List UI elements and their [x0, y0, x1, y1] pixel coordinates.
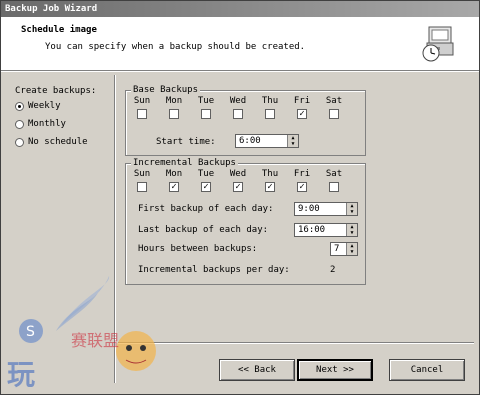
page-title: Schedule image — [21, 25, 97, 35]
base-checkbox-thu[interactable] — [265, 109, 275, 119]
svg-text:玩: 玩 — [7, 358, 35, 391]
radio-monthly[interactable]: Monthly — [15, 119, 66, 129]
incremental-checkbox-thu[interactable]: ✓ — [265, 182, 275, 192]
spin-down-icon[interactable]: ▼ — [288, 141, 298, 147]
base-day-label: Tue — [197, 96, 215, 106]
incremental-checkbox-wed[interactable]: ✓ — [233, 182, 243, 192]
per-day-label: Incremental backups per day: — [138, 265, 290, 275]
radio-label: Weekly — [28, 101, 61, 111]
incremental-day-label: Thu — [261, 169, 279, 179]
first-backup-value: 9:00 — [298, 204, 320, 214]
watermark-text: 赛联盟 — [71, 331, 119, 350]
base-checkbox-tue[interactable] — [201, 109, 211, 119]
incremental-checkbox-sat[interactable] — [329, 182, 339, 192]
base-day-label: Fri — [293, 96, 311, 106]
header-divider — [1, 71, 479, 72]
radio-button[interactable] — [15, 119, 24, 129]
watermark-logo: S 玩 赛联盟 — [7, 276, 156, 391]
radio-no-schedule[interactable]: No schedule — [15, 137, 88, 147]
base-checkbox-wed[interactable] — [233, 109, 243, 119]
radio-weekly[interactable]: Weekly — [15, 101, 61, 111]
incremental-backups-group: Incremental Backups Sun Mon ✓ Tue ✓ Wed ✓ Thu ✓ F… — [125, 158, 366, 285]
title-bar: Backup Job Wizard — [1, 1, 479, 17]
button-separator — [118, 342, 474, 343]
spinner-arrows[interactable]: ▲ ▼ — [346, 224, 357, 236]
spinner-arrows[interactable]: ▲ ▼ — [346, 243, 357, 255]
base-day-label: Wed — [229, 96, 247, 106]
radio-label: Monthly — [28, 119, 66, 129]
hours-between-value: 7 — [334, 244, 340, 254]
incremental-checkbox-tue[interactable]: ✓ — [201, 182, 211, 192]
back-button[interactable]: << Back — [219, 359, 295, 381]
last-backup-spinner[interactable]: 16:00 ▲ ▼ — [294, 223, 358, 237]
first-backup-label: First backup of each day: — [138, 204, 274, 214]
next-button[interactable]: Next >> — [297, 359, 373, 381]
svg-text:S: S — [26, 324, 35, 340]
base-checkbox-mon[interactable] — [169, 109, 179, 119]
last-backup-value: 16:00 — [298, 225, 326, 235]
incremental-day-label: Sun — [133, 169, 151, 179]
start-time-value: 6:00 — [239, 136, 261, 146]
wizard-window: Backup Job Wizard Schedule image You can… — [0, 0, 480, 395]
start-time-spinner[interactable]: 6:00 ▲ ▼ — [235, 134, 299, 148]
incremental-backups-title: Incremental Backups — [131, 158, 238, 168]
incremental-checkbox-fri[interactable]: ✓ — [297, 182, 307, 192]
incremental-day-label: Wed — [229, 169, 247, 179]
spinner-arrows[interactable]: ▲ ▼ — [346, 203, 357, 215]
base-day-label: Sat — [325, 96, 343, 106]
incremental-day-label: Sat — [325, 169, 343, 179]
base-day-label: Mon — [165, 96, 183, 106]
hours-between-label: Hours between backups: — [138, 244, 258, 254]
spinner-arrows[interactable]: ▲ ▼ — [287, 135, 298, 147]
base-checkbox-sun[interactable] — [137, 109, 147, 119]
spin-down-icon[interactable]: ▼ — [347, 249, 357, 255]
cancel-button[interactable]: Cancel — [389, 359, 465, 381]
incremental-checkbox-sun[interactable] — [137, 182, 147, 192]
start-time-label: Start time: — [156, 137, 216, 147]
window-title: Backup Job Wizard — [5, 4, 98, 14]
base-day-label: Sun — [133, 96, 151, 106]
base-backups-title: Base Backups — [131, 85, 201, 95]
spin-down-icon[interactable]: ▼ — [347, 230, 357, 236]
radio-label: No schedule — [28, 137, 88, 147]
radio-button[interactable] — [15, 101, 24, 111]
wizard-header: Schedule image You can specify when a ba… — [1, 17, 479, 71]
radio-button[interactable] — [15, 137, 24, 147]
incremental-checkbox-mon[interactable]: ✓ — [169, 182, 179, 192]
last-backup-label: Last backup of each day: — [138, 225, 269, 235]
spin-down-icon[interactable]: ▼ — [347, 209, 357, 215]
base-checkbox-fri[interactable]: ✓ — [297, 109, 307, 119]
per-day-value: 2 — [330, 265, 336, 275]
page-subtitle: You can specify when a backup should be … — [45, 42, 306, 52]
base-backups-group: Base Backups Sun Mon Tue Wed Thu Fri ✓ Sat Star… — [125, 85, 366, 156]
incremental-day-label: Mon — [165, 169, 183, 179]
hours-between-spinner[interactable]: 7 ▲ ▼ — [330, 242, 358, 256]
create-backups-label: Create backups: — [15, 86, 97, 96]
incremental-day-label: Tue — [197, 169, 215, 179]
schedule-backup-icon — [422, 26, 454, 62]
base-day-label: Thu — [261, 96, 279, 106]
incremental-day-label: Fri — [293, 169, 311, 179]
base-checkbox-sat[interactable] — [329, 109, 339, 119]
first-backup-spinner[interactable]: 9:00 ▲ ▼ — [294, 202, 358, 216]
